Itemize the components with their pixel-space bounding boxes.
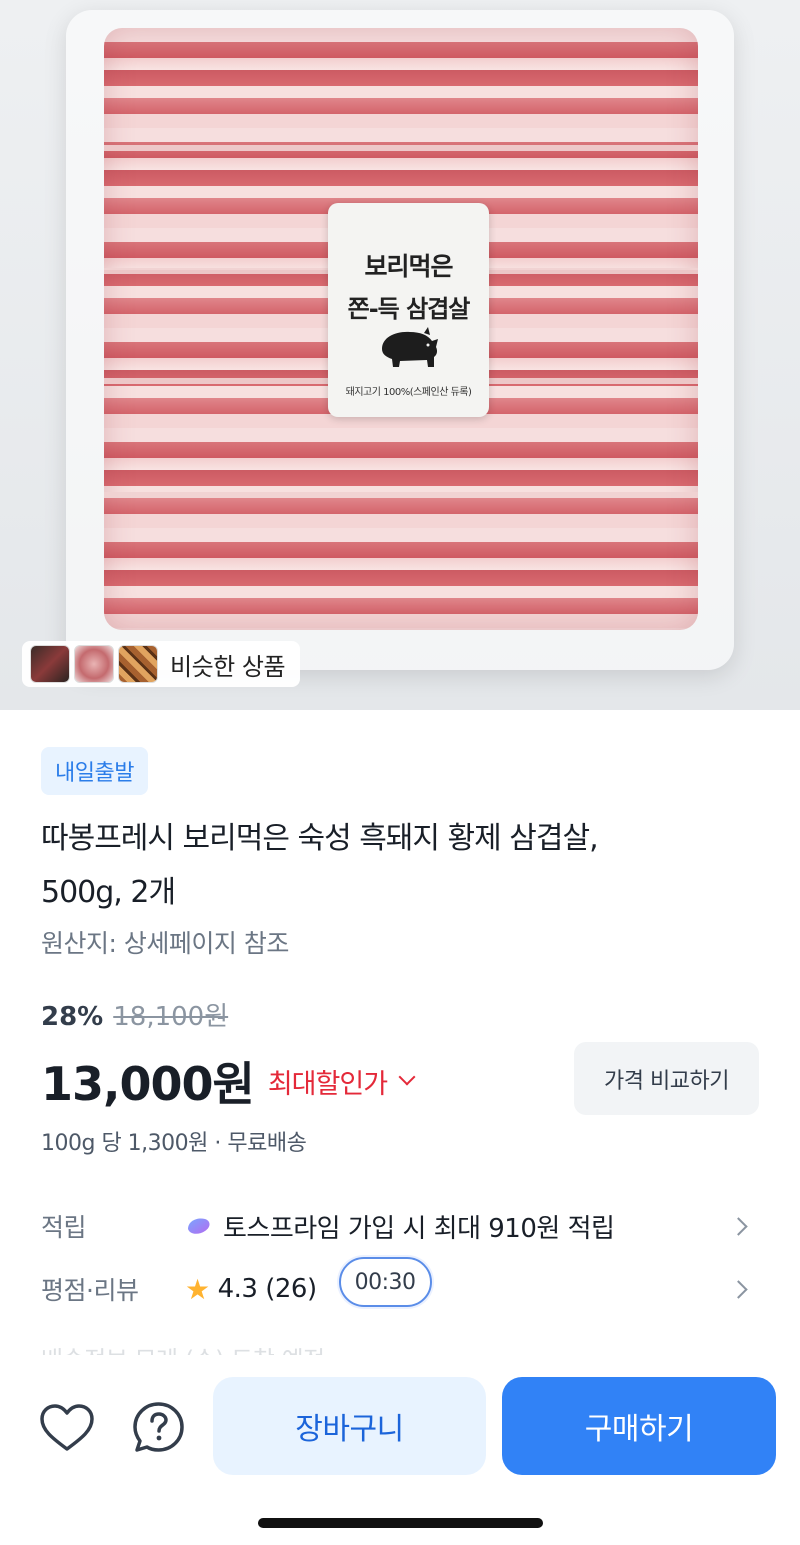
rating-label: 평점·리뷰	[41, 1276, 139, 1305]
origin-text: 원산지: 상세페이지 참조	[41, 929, 289, 958]
unit-price-shipping: 100g 당 1,300원 · 무료배송	[41, 1131, 307, 1156]
similar-thumb	[118, 645, 158, 683]
similar-thumb	[30, 645, 70, 683]
rating-value: ★ 4.3 (26) 00:30	[185, 1257, 761, 1307]
buy-now-button[interactable]: 구매하기	[502, 1377, 776, 1475]
price-compare-button[interactable]: 가격 비교하기	[574, 1042, 759, 1115]
max-discount-label: 최대할인가	[267, 1068, 388, 1100]
product-title: 따봉프레시 보리먹은 숙성 흑돼지 황제 삼겹살, 500g, 2개	[41, 812, 741, 920]
label-foot: 돼지고기 100%(스페인산 듀록)	[345, 387, 472, 398]
package-label: 보리먹은 쫀-득 삼겹살 돼지고기 100%(스페인산 듀록)	[328, 203, 489, 417]
timer-badge[interactable]: 00:30	[338, 1257, 432, 1307]
similar-thumb	[74, 645, 114, 683]
points-row[interactable]: 적립 토스프라임 가입 시 최대 910원 적립	[41, 1201, 761, 1251]
toss-prime-icon	[188, 1218, 210, 1234]
similar-products-button[interactable]: 비슷한 상품	[22, 641, 300, 687]
points-text: 토스프라임 가입 시 최대 910원 적립	[223, 1213, 615, 1244]
rating-row[interactable]: 평점·리뷰 ★ 4.3 (26) 00:30	[41, 1257, 761, 1314]
label-line1: 보리먹은	[364, 252, 453, 281]
product-title-line2: 500g, 2개	[41, 875, 176, 910]
discount-percent: 28%	[41, 1002, 104, 1032]
shipping-badge: 내일출발	[41, 747, 148, 795]
label-line2: 쫀-득 삼겹살	[347, 295, 471, 323]
discount-row: 28% 18,100원	[41, 996, 228, 1033]
points-label: 적립	[41, 1213, 87, 1242]
max-discount-dropdown[interactable]: 최대할인가	[267, 1062, 416, 1101]
product-image[interactable]: 보리먹은 쫀-득 삼겹살 돼지고기 100%(스페인산 듀록) 비슷한 상품	[0, 0, 800, 710]
product-title-line1: 따봉프레시 보리먹은 숙성 흑돼지 황제 삼겹살,	[41, 821, 599, 856]
heart-icon[interactable]	[38, 1402, 96, 1454]
star-icon: ★	[185, 1272, 210, 1306]
meat-seam	[104, 492, 698, 498]
home-indicator	[258, 1518, 543, 1528]
pig-icon	[382, 327, 438, 367]
similar-products-label: 비슷한 상품	[170, 652, 286, 681]
price-row: 13,000원 최대할인가	[41, 1048, 416, 1114]
meat-seam	[104, 145, 698, 151]
original-price: 18,100원	[113, 1002, 229, 1032]
add-to-cart-button[interactable]: 장바구니	[213, 1377, 486, 1475]
points-value: 토스프라임 가입 시 최대 910원 적립	[185, 1208, 761, 1245]
sale-price: 13,000원	[41, 1057, 255, 1111]
rating-text: 4.3 (26)	[217, 1274, 317, 1304]
question-icon[interactable]	[131, 1400, 186, 1455]
chevron-down-icon	[398, 1068, 416, 1086]
